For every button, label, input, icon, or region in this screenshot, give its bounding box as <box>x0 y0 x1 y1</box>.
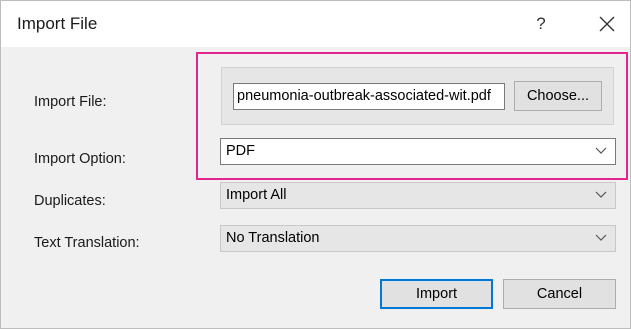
duplicates-select[interactable]: Import All <box>220 182 616 209</box>
chevron-down-icon <box>595 234 607 241</box>
cancel-button[interactable]: Cancel <box>503 279 616 309</box>
help-button[interactable]: ? <box>521 1 561 47</box>
text-translation-value: No Translation <box>226 230 320 246</box>
chevron-down-icon <box>595 191 607 198</box>
text-translation-label: Text Translation: <box>34 235 140 251</box>
import-button[interactable]: Import <box>380 279 493 309</box>
text-translation-select[interactable]: No Translation <box>220 225 616 252</box>
duplicates-label: Duplicates: <box>34 193 106 209</box>
dialog-title: Import File <box>17 14 98 33</box>
close-icon <box>599 16 615 32</box>
import-option-label: Import Option: <box>34 151 126 167</box>
import-file-label: Import File: <box>34 94 107 110</box>
import-file-dialog: Import File ? Import File: pneumonia-out… <box>0 0 631 329</box>
highlight-annotation <box>196 52 628 180</box>
close-button[interactable] <box>587 1 627 47</box>
duplicates-value: Import All <box>226 187 287 203</box>
title-bar: Import File ? <box>1 1 630 47</box>
